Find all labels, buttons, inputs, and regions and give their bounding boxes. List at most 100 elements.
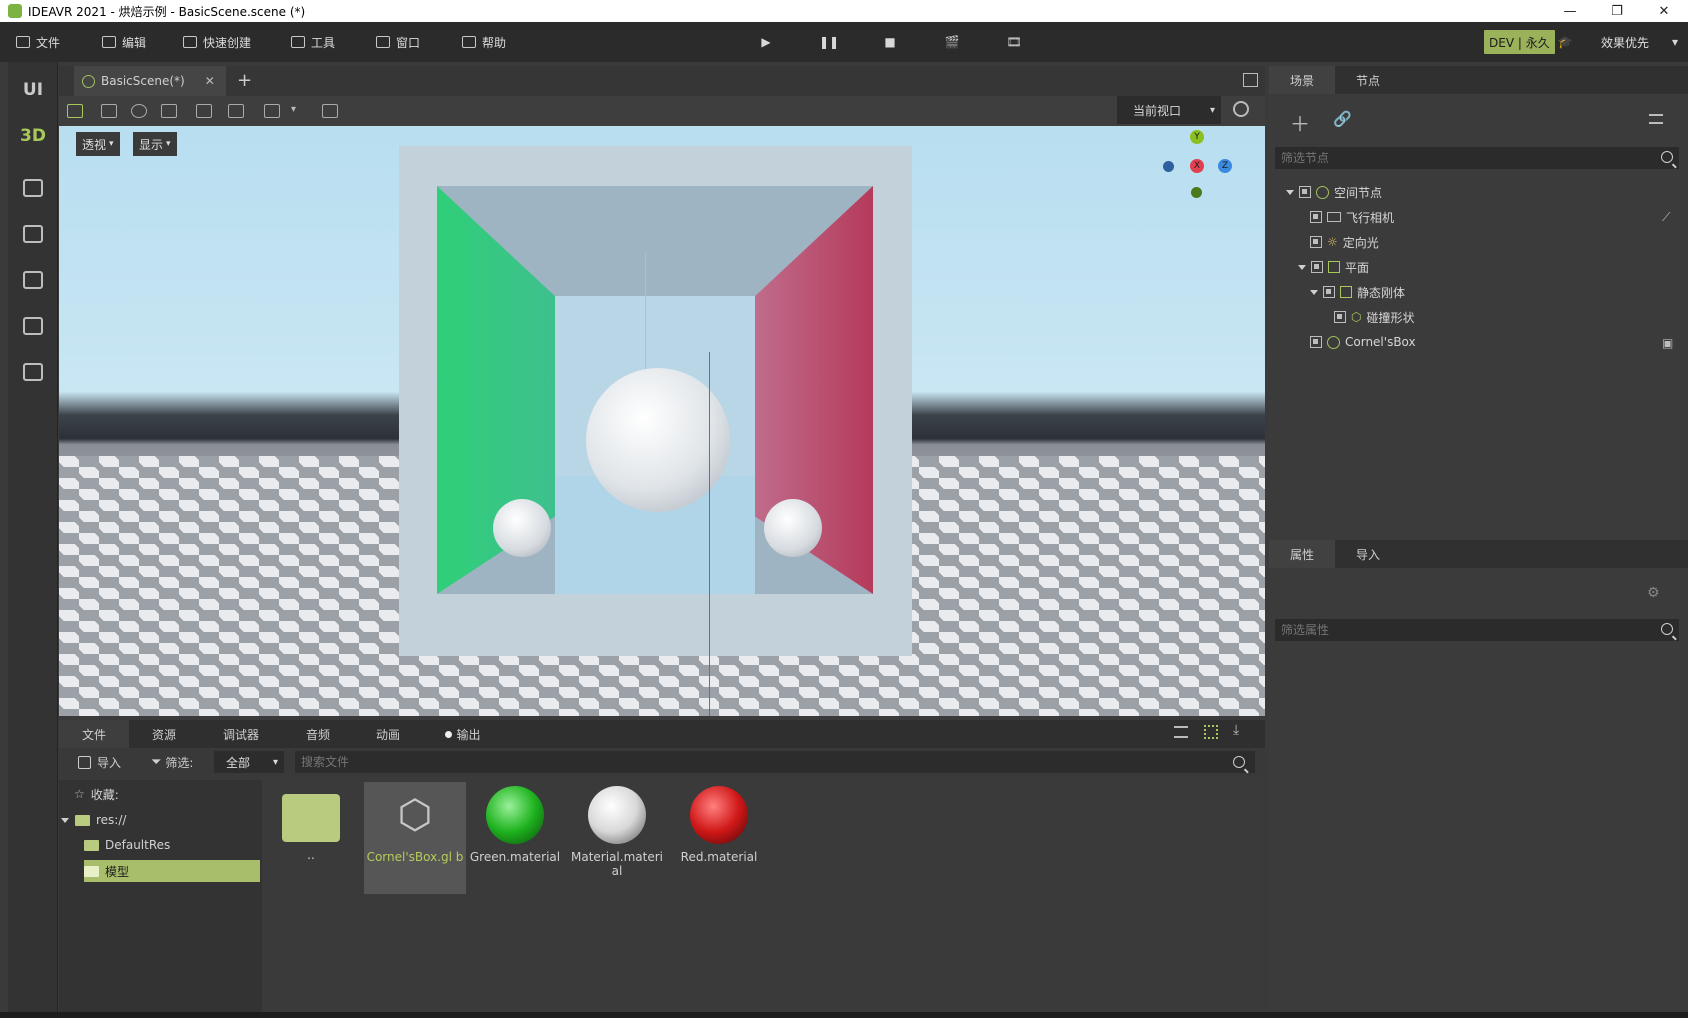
search-icon[interactable] xyxy=(1661,623,1673,635)
gizmo-y[interactable]: Y xyxy=(1190,130,1204,144)
tab-output[interactable]: 输出 xyxy=(423,720,503,748)
import-button[interactable]: 导入 xyxy=(78,754,121,771)
visibility-checkbox[interactable] xyxy=(1299,186,1311,198)
perspective-button[interactable]: 透视 ▾ xyxy=(76,132,120,156)
download-icon[interactable]: ⤓ xyxy=(1233,722,1239,738)
open-scene-icon[interactable]: ▣ xyxy=(1662,336,1673,350)
node-label: 定向光 xyxy=(1342,235,1379,250)
fullscreen-icon[interactable] xyxy=(1243,73,1258,87)
gizmo-neg-z[interactable] xyxy=(1163,161,1174,172)
tab-files[interactable]: 文件 xyxy=(59,720,129,748)
menu-help[interactable]: 帮助 xyxy=(462,22,506,62)
tab-resources[interactable]: 资源 xyxy=(129,720,199,748)
3d-mode-button[interactable]: 3D xyxy=(8,116,58,156)
tab-audio[interactable]: 音频 xyxy=(283,720,353,748)
visibility-checkbox[interactable] xyxy=(1323,286,1335,298)
tab-debugger[interactable]: 调试器 xyxy=(199,720,283,748)
play-custom-scene-icon[interactable]: 🎞 xyxy=(1006,34,1022,50)
rotate-tool-icon[interactable] xyxy=(131,104,147,118)
3d-viewport[interactable]: 透视 ▾ 显示 ▾ Y X Z xyxy=(59,126,1265,716)
minimize-button[interactable]: — xyxy=(1547,0,1593,22)
list-view-icon[interactable] xyxy=(1174,726,1188,738)
snap-icon[interactable] xyxy=(228,104,244,118)
asset-parent-folder[interactable]: .. xyxy=(260,782,362,894)
play-icon[interactable]: ▶ xyxy=(758,34,774,50)
tree-root[interactable]: res:// xyxy=(61,809,126,831)
favorites-text: 收藏: xyxy=(90,787,119,802)
menu-edit[interactable]: 编辑 xyxy=(102,22,146,62)
add-tab-icon[interactable]: + xyxy=(237,70,252,91)
stop-icon[interactable]: ■ xyxy=(882,34,898,50)
tab-properties[interactable]: 属性 xyxy=(1269,540,1335,568)
move-tool-icon[interactable] xyxy=(101,104,117,118)
gear-icon[interactable] xyxy=(1233,101,1249,117)
tree-node-plane[interactable]: 平面 xyxy=(1298,256,1369,278)
close-tab-icon[interactable]: ✕ xyxy=(205,74,215,88)
asset-cornells-box[interactable]: ⬡ Cornel'sBox.gl b xyxy=(364,782,466,894)
display-button[interactable]: 显示 ▾ xyxy=(133,132,177,156)
filter-nodes-input[interactable] xyxy=(1275,147,1679,169)
menu-tools[interactable]: 工具 xyxy=(291,22,335,62)
visibility-checkbox[interactable] xyxy=(1310,336,1322,348)
export-button[interactable] xyxy=(8,306,58,346)
tree-folder-defaultres[interactable]: DefaultRes xyxy=(84,834,170,856)
search-icon[interactable] xyxy=(1233,756,1245,768)
chevron-down-icon: ▾ xyxy=(1209,104,1215,116)
settings-window-button[interactable] xyxy=(8,260,58,300)
menu-window[interactable]: 窗口 xyxy=(376,22,420,62)
tree-node-cornells-box[interactable]: Cornel'sBox xyxy=(1310,331,1416,353)
tab-import[interactable]: 导入 xyxy=(1335,540,1401,568)
render-mode-select[interactable]: 效果优先 xyxy=(1601,30,1649,54)
device-button[interactable] xyxy=(8,352,58,392)
tree-folder-models[interactable]: 模型 xyxy=(84,860,260,882)
ui-mode-button[interactable]: UI xyxy=(8,70,58,110)
visibility-checkbox[interactable] xyxy=(1311,261,1323,273)
filter-select[interactable]: 全部 ▾ xyxy=(214,751,284,773)
menu-file[interactable]: 文件 xyxy=(16,22,60,62)
gizmo-neg-y[interactable] xyxy=(1191,187,1202,198)
grid-view-icon[interactable] xyxy=(1204,725,1218,739)
search-files-input[interactable] xyxy=(295,751,1255,773)
search-icon[interactable] xyxy=(1661,151,1673,163)
asset-green-material[interactable]: Green.material xyxy=(464,782,566,894)
filter-properties-input[interactable] xyxy=(1275,619,1679,641)
measure-dropdown-icon[interactable]: ▾ xyxy=(291,104,296,115)
visibility-checkbox[interactable] xyxy=(1310,211,1322,223)
tree-node-spatial[interactable]: 空间节点 xyxy=(1286,181,1382,203)
close-window-button[interactable]: ✕ xyxy=(1641,0,1687,22)
tab-basic-scene[interactable]: BasicScene(*) ✕ xyxy=(74,66,226,96)
camera-select[interactable]: 当前视口 ▾ xyxy=(1117,96,1221,124)
tab-animation[interactable]: 动画 xyxy=(353,720,423,748)
render-mode-dropdown-icon[interactable]: ▾ xyxy=(1667,34,1683,50)
add-node-icon[interactable]: ＋ xyxy=(1290,108,1310,137)
restore-button[interactable]: ❐ xyxy=(1594,0,1640,22)
link-icon[interactable]: 🔗 xyxy=(1333,110,1352,128)
tree-node-fly-camera[interactable]: 飞行相机 xyxy=(1310,206,1394,228)
tree-node-static-body[interactable]: 静态刚体 xyxy=(1310,281,1405,303)
scale-tool-icon[interactable] xyxy=(161,104,177,118)
gizmo-z[interactable]: Z xyxy=(1218,159,1232,173)
measure-icon[interactable] xyxy=(264,104,280,118)
tree-node-directional-light[interactable]: ☼ 定向光 xyxy=(1310,231,1379,253)
play-scene-icon[interactable]: 🎬 xyxy=(944,34,960,50)
tab-scene[interactable]: 场景 xyxy=(1269,66,1335,94)
node-label: 静态刚体 xyxy=(1357,285,1406,300)
visibility-checkbox[interactable] xyxy=(1310,236,1322,248)
asset-material[interactable]: Material.materi al xyxy=(566,782,668,894)
tree-node-collision-shape[interactable]: ⬡ 碰撞形状 xyxy=(1334,306,1415,328)
sliders-icon[interactable]: ⚙ xyxy=(1647,585,1660,601)
store-button[interactable] xyxy=(8,214,58,254)
visibility-checkbox[interactable] xyxy=(1334,311,1346,323)
learn-icon[interactable]: 🎓 xyxy=(1557,34,1573,50)
pause-icon[interactable]: ❚❚ xyxy=(819,34,839,50)
script-icon[interactable]: ⟋ xyxy=(1662,210,1670,225)
local-space-icon[interactable] xyxy=(196,104,212,118)
camera-preview-icon[interactable] xyxy=(322,104,338,118)
menu-icon[interactable] xyxy=(1649,114,1663,124)
path-tool-button[interactable] xyxy=(8,168,58,208)
tab-node[interactable]: 节点 xyxy=(1335,66,1401,94)
select-tool-icon[interactable] xyxy=(67,104,83,118)
menu-quick-create[interactable]: 快速创建 xyxy=(183,22,251,62)
gizmo-x[interactable]: X xyxy=(1190,159,1204,173)
asset-red-material[interactable]: Red.material xyxy=(668,782,770,894)
